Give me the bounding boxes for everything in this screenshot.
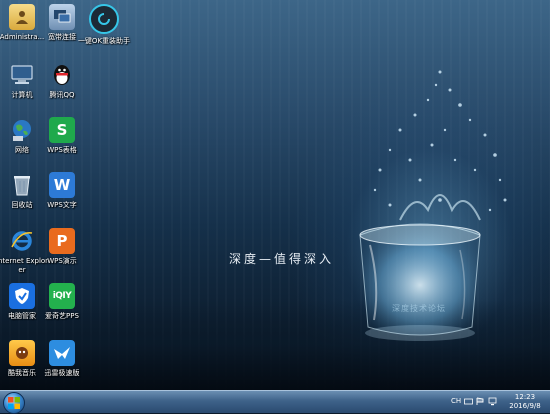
iqiyi-pps-icon: iQIY [49, 283, 75, 309]
wps-spreadsheet-icon: S [49, 117, 75, 143]
wps-presentation-icon: P [49, 228, 75, 254]
desktop-icon-xunlei[interactable]: 迅雷极速版 [35, 340, 89, 378]
tray-language-indicator[interactable]: CH [451, 397, 461, 405]
desktop-icon-label: 腾讯QQ [49, 91, 75, 99]
desktop-icon-wps-presentation[interactable]: P WPS演示 [35, 228, 89, 266]
folder-user-icon [9, 4, 35, 30]
desktop-icon-iqiyi-pps[interactable]: iQIY 爱奇艺PPS [35, 283, 89, 321]
xunlei-bird-icon [49, 340, 75, 366]
wallpaper-slogan: 深度—值得深入 [229, 252, 335, 266]
tray-flag-icon[interactable] [476, 397, 485, 406]
desktop-icon-label: 爱奇艺PPS [45, 312, 79, 320]
wps-writer-icon: W [49, 172, 75, 198]
tray-keyboard-icon[interactable] [464, 397, 473, 406]
desktop-icon-reinstall-assistant[interactable]: 一键OK重装助手 [77, 4, 131, 46]
desktop-wallpaper: 深度—值得深入 深度技术论坛 Administra... 宽带连接 一键OK重装… [0, 0, 550, 390]
taskbar-clock[interactable]: 12:23 2016/9/8 [503, 393, 547, 411]
computer-icon [9, 62, 35, 88]
clock-date: 2016/9/8 [509, 402, 541, 410]
desktop-icon-qq[interactable]: 腾讯QQ [35, 62, 89, 100]
water-splash-droplets [373, 70, 507, 221]
clock-time: 12:23 [514, 393, 536, 401]
network-globe-icon [9, 117, 35, 143]
qq-penguin-icon [49, 62, 75, 88]
recycle-bin-icon [9, 172, 35, 198]
wallpaper-watermark: 深度技术论坛 [392, 304, 446, 313]
desktop-icon-label: 迅雷极速版 [44, 369, 80, 377]
desktop-icon-label: WPS表格 [47, 146, 77, 154]
water-glass-splash-image [359, 223, 481, 341]
kuwo-music-icon [9, 340, 35, 366]
desktop-icon-wps-spreadsheet[interactable]: S WPS表格 [35, 117, 89, 155]
desktop-icon-wps-writer[interactable]: W WPS文字 [35, 172, 89, 210]
broadband-connection-icon [49, 4, 75, 30]
desktop-icon-label: WPS文字 [47, 201, 77, 209]
desktop-icon-label: WPS演示 [47, 257, 77, 265]
windows-start-orb-icon[interactable] [3, 392, 25, 414]
reinstall-assistant-icon [89, 4, 119, 34]
pc-manager-shield-icon [9, 283, 35, 309]
internet-explorer-icon [9, 228, 35, 254]
desktop-icon-label: 一键OK重装助手 [77, 37, 131, 45]
tray-network-icon[interactable] [488, 397, 497, 406]
taskbar: CH 12:23 2016/9/8 [0, 390, 550, 414]
